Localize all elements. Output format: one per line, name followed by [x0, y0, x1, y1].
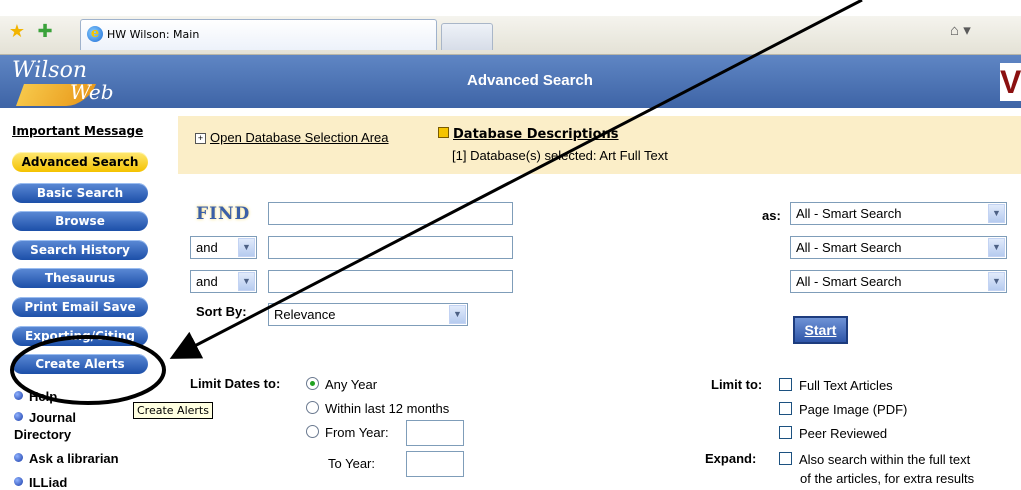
search-input-2[interactable]: [268, 236, 513, 259]
caption-strip: [0, 0, 1021, 16]
brand-logo: V7: [1000, 63, 1021, 101]
bullet-icon: [14, 477, 23, 486]
to-year-input[interactable]: [406, 451, 464, 477]
field-select-2[interactable]: All - Smart Search ▼: [790, 236, 1007, 259]
radio-selected-icon: [306, 377, 319, 390]
tooltip: Create Alerts: [133, 402, 213, 419]
sidebar-link-journal-directory[interactable]: Journal Directory: [14, 409, 114, 443]
limit-to-label: Limit to:: [711, 377, 763, 392]
operator-select-2[interactable]: and ▼: [190, 236, 257, 259]
favorites-star-icon[interactable]: ★: [6, 20, 28, 42]
exporting-citing-button[interactable]: Exporting/Citing: [12, 326, 148, 346]
chevron-down-icon: ▼: [238, 272, 255, 291]
chevron-down-icon: ▼: [988, 204, 1005, 223]
chevron-down-icon: ▼: [988, 238, 1005, 257]
date-option-last-12-months[interactable]: Within last 12 months: [306, 401, 449, 416]
search-history-button[interactable]: Search History: [12, 240, 148, 260]
limit-peer-reviewed-checkbox[interactable]: Peer Reviewed: [779, 426, 887, 441]
limit-full-text-checkbox[interactable]: Full Text Articles: [779, 378, 893, 393]
sidebar-link-help[interactable]: Help: [14, 389, 57, 404]
field-select-1[interactable]: All - Smart Search ▼: [790, 202, 1007, 225]
open-database-selection-link[interactable]: + Open Database Selection Area: [195, 130, 389, 145]
sort-by-label: Sort By:: [196, 304, 247, 319]
chevron-down-icon: ▼: [449, 305, 466, 324]
radio-icon: [306, 425, 319, 438]
database-strip: [178, 116, 1021, 174]
limit-page-image-checkbox[interactable]: Page Image (PDF): [779, 402, 907, 417]
limit-dates-label: Limit Dates to:: [190, 376, 281, 391]
to-year-label: To Year:: [328, 456, 375, 471]
print-email-save-button[interactable]: Print Email Save: [12, 297, 148, 317]
expand-label: Expand:: [705, 451, 757, 466]
find-label: FIND: [196, 204, 251, 224]
tab-title: HW Wilson: Main: [107, 28, 200, 41]
home-icon[interactable]: ⌂ ▾: [950, 21, 1000, 43]
browse-button[interactable]: Browse: [12, 211, 148, 231]
tab-hw-wilson[interactable]: e HW Wilson: Main: [80, 19, 437, 50]
sort-select[interactable]: Relevance ▼: [268, 303, 468, 326]
databases-selected-text: [1] Database(s) selected: Art Full Text: [452, 148, 668, 163]
operator-select-3[interactable]: and ▼: [190, 270, 257, 293]
as-label: as:: [762, 208, 781, 223]
page-title: Advanced Search: [467, 72, 593, 89]
ie-page-icon: e: [87, 26, 103, 42]
chevron-down-icon: ▼: [238, 238, 255, 257]
search-input-3[interactable]: [268, 270, 513, 293]
add-favorite-icon[interactable]: ✚: [34, 20, 56, 42]
start-button[interactable]: Start: [793, 316, 848, 344]
checkbox-icon: [779, 402, 792, 415]
expand-icon: +: [195, 133, 206, 144]
chevron-down-icon: ▼: [988, 272, 1005, 291]
checkbox-icon: [779, 452, 792, 465]
bullet-icon: [14, 412, 23, 421]
new-tab-button[interactable]: [441, 23, 493, 50]
expand-full-text-checkbox[interactable]: Also search within the full text: [779, 452, 970, 467]
field-select-3[interactable]: All - Smart Search ▼: [790, 270, 1007, 293]
wilsonweb-logo: Wilson Web: [6, 58, 146, 106]
square-bullet-icon: [438, 127, 449, 138]
checkbox-icon: [779, 426, 792, 439]
create-alerts-button[interactable]: Create Alerts: [12, 354, 148, 374]
basic-search-button[interactable]: Basic Search: [12, 183, 148, 203]
thesaurus-button[interactable]: Thesaurus: [12, 268, 148, 288]
database-descriptions-link[interactable]: Database Descriptions: [438, 127, 619, 142]
important-message-link[interactable]: Important Message: [12, 124, 143, 138]
sidebar-link-ask-librarian[interactable]: Ask a librarian: [14, 451, 119, 466]
radio-icon: [306, 401, 319, 414]
from-year-input[interactable]: [406, 420, 464, 446]
sidebar-link-illiad[interactable]: ILLiad: [14, 475, 67, 490]
checkbox-icon: [779, 378, 792, 391]
search-input-1[interactable]: [268, 202, 513, 225]
advanced-search-button[interactable]: Advanced Search: [12, 152, 148, 172]
date-option-any-year[interactable]: Any Year: [306, 377, 377, 392]
bullet-icon: [14, 453, 23, 462]
bullet-icon: [14, 391, 23, 400]
date-option-from-year[interactable]: From Year:: [306, 425, 389, 440]
logo-word-web: Web: [70, 80, 114, 104]
